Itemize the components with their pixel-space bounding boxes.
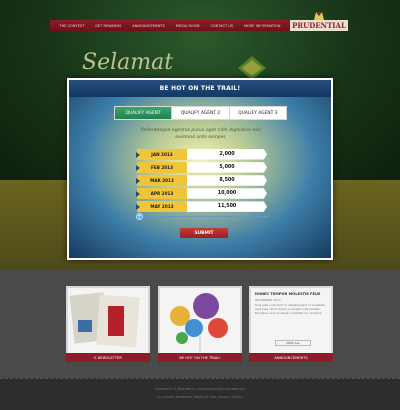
tab-qualify-agent[interactable]: QUALIFY AGENT [115, 107, 172, 119]
target-row: FEB 2013 5,000 [136, 162, 267, 173]
row-month-label: MAY 2013 [136, 201, 187, 212]
row-value-field[interactable]: 11,500 [187, 201, 267, 212]
newsletter-card-label: E-NEWSLETTER [66, 353, 150, 362]
announcement-date: NOVEMBER 2013 [255, 298, 281, 302]
magazine-image-icon [69, 292, 140, 348]
nav-item-media-room[interactable]: MEDIA ROOM [176, 24, 200, 28]
nav-item-announcements[interactable]: ANNOUNCEMENTS [132, 24, 165, 28]
tab-qualify-agent-2[interactable]: QUALIFY AGENT 2 [171, 107, 228, 119]
row-month-label: FEB 2013 [136, 162, 187, 173]
row-month-label: JAN 2013 [136, 149, 187, 160]
announcements-card-label: ANNOUNCEMENTS [249, 353, 333, 362]
announcements-card[interactable]: DONEC TEMPOR MOLESTIE FEUS NOVEMBER 2013… [249, 286, 333, 362]
brand-logo[interactable]: PRUDENTIAL [290, 10, 352, 34]
submit-button[interactable]: SUBMIT [180, 228, 228, 238]
row-value-field[interactable]: 5,000 [187, 162, 267, 173]
balloons-image-icon [170, 293, 228, 352]
view-all-button[interactable]: VIEW ALL [275, 340, 311, 346]
row-month-label: APR 2013 [136, 188, 187, 199]
add-row-divider [144, 216, 268, 217]
trail-card[interactable]: BE HOT ON THE TRAIL! [158, 286, 242, 362]
target-row: MAR 2013 8,500 [136, 175, 267, 186]
monthly-targets-list: JAN 2013 2,000 FEB 2013 5,000 MAR 2013 8… [136, 149, 267, 214]
footer-copyright: COPYRIGHT © PRUDENTIAL ASSURANCE MALAYSI… [155, 387, 245, 391]
trail-card-label: BE HOT ON THE TRAIL! [158, 353, 242, 362]
nav-item-contest[interactable]: THE CONTEST [59, 24, 84, 28]
agent-tabs: QUALIFY AGENT QUALIFY AGENT 2 QUALIFY AG… [114, 106, 287, 120]
nav-item-rewards[interactable]: GET REWARDS [95, 24, 121, 28]
hero-greeting: Selamat [82, 50, 174, 75]
announcement-body: Duis aute irure dolor in reprehenderit i… [255, 303, 325, 315]
footer-links[interactable]: ALL RIGHTS RESERVED. TERMS OF USE | PRIV… [0, 395, 400, 399]
main-nav: THE CONTEST GET REWARDS ANNOUNCEMENTS ME… [50, 20, 290, 31]
nav-item-contact[interactable]: CONTACT US [210, 24, 233, 28]
modal-title: BE HOT ON THE TRAIL! [69, 80, 331, 97]
row-value-field[interactable]: 10,000 [187, 188, 267, 199]
tab-qualify-agent-3[interactable]: QUALIFY AGENT 3 [228, 107, 286, 119]
row-value-field[interactable]: 8,500 [187, 175, 267, 186]
row-value-field[interactable]: 2,000 [187, 149, 267, 160]
add-row-button[interactable]: + [136, 213, 143, 220]
target-row: JAN 2013 2,000 [136, 149, 267, 160]
nav-item-more-info[interactable]: MORE INFORMATION [244, 24, 281, 28]
footer: COPYRIGHT © PRUDENTIAL ASSURANCE MALAYSI… [0, 378, 400, 410]
target-row: APR 2013 10,000 [136, 188, 267, 199]
target-row: MAY 2013 11,500 [136, 201, 267, 212]
row-month-label: MAR 2013 [136, 175, 187, 186]
announcement-title[interactable]: DONEC TEMPOR MOLESTIE FEUS [255, 292, 327, 296]
modal-intro-text: Pellentesque egestas purus eget nibh dig… [140, 128, 262, 140]
qualify-modal: BE HOT ON THE TRAIL! QUALIFY AGENT QUALI… [67, 78, 333, 260]
logo-text: PRUDENTIAL [290, 20, 348, 31]
newsletter-card[interactable]: E-NEWSLETTER [66, 286, 150, 362]
